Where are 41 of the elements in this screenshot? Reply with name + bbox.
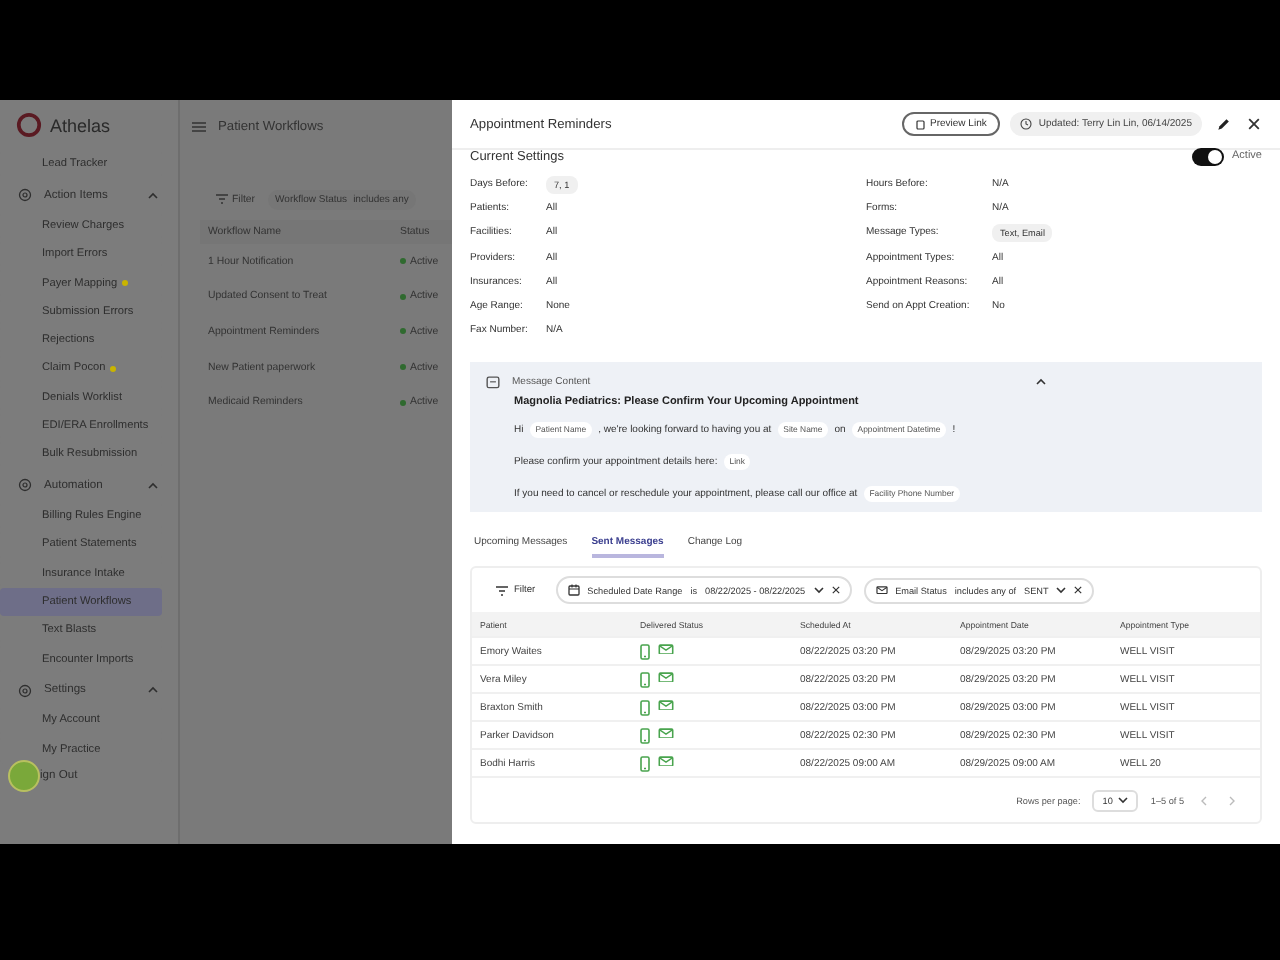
- calendar-icon: [567, 584, 580, 597]
- pencil-icon: [1216, 117, 1230, 131]
- mail-icon: [875, 586, 888, 595]
- phone-icon: [640, 643, 650, 660]
- mail-icon: [658, 727, 674, 739]
- active-toggle[interactable]: [1192, 147, 1225, 165]
- chevron-icon: [813, 586, 824, 595]
- chevron-up-icon: [148, 686, 158, 694]
- close-icon: [1074, 586, 1083, 595]
- chevron-up-icon: [148, 191, 158, 200]
- chevron-up-icon: [1036, 378, 1046, 387]
- notification-dot: [121, 280, 128, 287]
- circle-icon: [18, 188, 32, 203]
- mail-icon: [658, 643, 674, 655]
- edit-button[interactable]: [1212, 113, 1234, 135]
- copy-icon: [916, 119, 926, 129]
- brand-name: Athelas: [50, 115, 111, 135]
- filter-icon: [496, 585, 508, 596]
- phone-icon: [640, 671, 650, 688]
- gear-icon: [18, 683, 32, 697]
- close-icon: [831, 586, 840, 595]
- message-icon: [486, 375, 500, 390]
- notification-dot: [109, 365, 116, 372]
- mail-icon: [658, 671, 674, 683]
- clock-icon: [1020, 118, 1033, 130]
- chevron-icon: [1056, 586, 1067, 595]
- chevron-icon: [1118, 796, 1129, 805]
- close-icon: [1248, 118, 1260, 130]
- phone-icon: [640, 727, 650, 744]
- mail-icon: [658, 755, 674, 767]
- filter-icon: [216, 194, 228, 204]
- phone-icon: [640, 755, 650, 772]
- phone-icon: [640, 699, 650, 716]
- mail-icon: [658, 699, 674, 711]
- menu-icon: [192, 121, 206, 131]
- circle-icon: [18, 478, 32, 493]
- chevron-up-icon: [148, 481, 158, 490]
- chevron-left-icon: [1200, 795, 1208, 806]
- chevron-right-icon: [1228, 795, 1236, 806]
- close-button[interactable]: [1244, 114, 1264, 134]
- logo-icon: [16, 112, 42, 138]
